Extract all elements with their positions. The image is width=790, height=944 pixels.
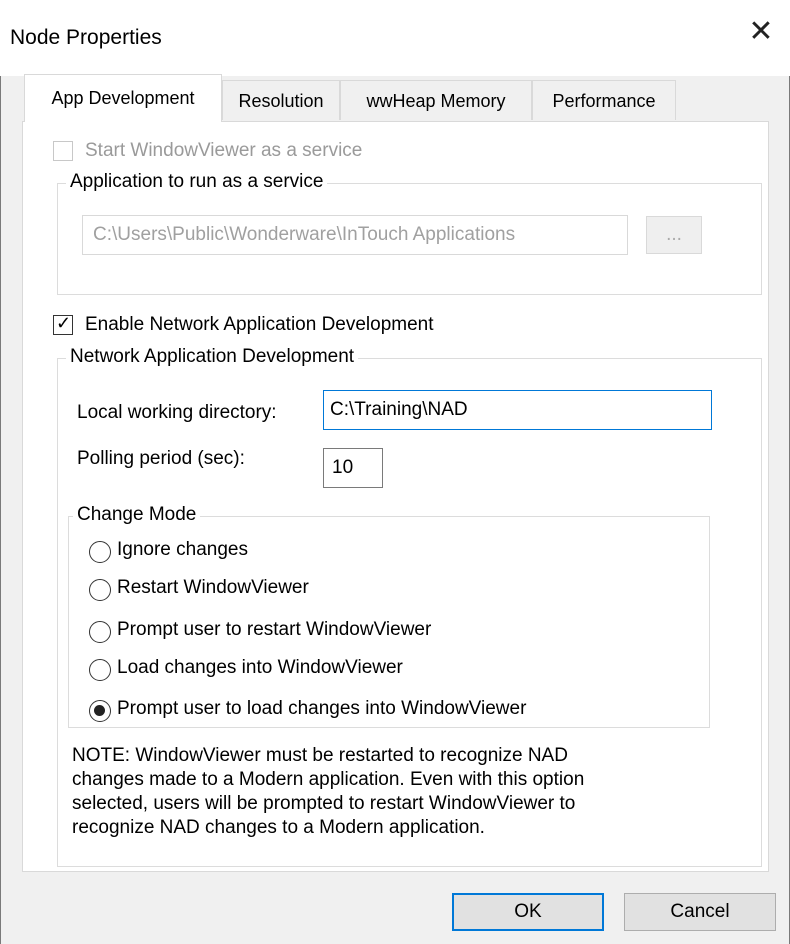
tab-resolution[interactable]: Resolution xyxy=(222,80,340,120)
nad-checkbox[interactable]: ✓ xyxy=(53,313,73,335)
service-group-label: Application to run as a service xyxy=(66,171,328,193)
browse-button[interactable]: ... xyxy=(646,216,702,254)
radio-prompt-load-changes[interactable] xyxy=(89,700,111,722)
tab-label: App Development xyxy=(51,88,195,108)
note-line: NOTE: WindowViewer must be restarted to … xyxy=(72,745,568,766)
checkmark-icon: ✓ xyxy=(56,313,72,333)
local-dir-input[interactable]: C:\Training\NAD xyxy=(323,390,712,430)
nad-checkbox-label: Enable Network Application Development xyxy=(85,314,434,335)
tab-performance[interactable]: Performance xyxy=(532,80,676,120)
service-path-input[interactable]: C:\Users\Public\Wonderware\InTouch Appli… xyxy=(82,215,628,255)
radio-selected-dot xyxy=(94,705,105,716)
note-line: recognize NAD changes to a Modern applic… xyxy=(72,817,485,838)
ok-button[interactable]: OK xyxy=(452,893,604,931)
local-dir-label: Local working directory: xyxy=(77,402,277,423)
service-checkbox-label: Start WindowViewer as a service xyxy=(85,140,363,161)
radio-label: Restart WindowViewer xyxy=(117,577,309,598)
note-line: selected, users will be prompted to rest… xyxy=(72,793,576,814)
service-group: Application to run as a service C:\Users… xyxy=(57,171,762,295)
note-line: changes made to a Modern application. Ev… xyxy=(72,769,585,790)
nad-group: Network Application Development Local wo… xyxy=(57,346,762,867)
radio-restart-windowviewer[interactable] xyxy=(89,579,111,601)
radio-load-changes[interactable] xyxy=(89,659,111,681)
service-checkbox[interactable] xyxy=(53,141,73,161)
nad-group-label: Network Application Development xyxy=(66,346,359,368)
tab-panel-app-development: Start WindowViewer as a service Applicat… xyxy=(22,121,769,872)
title-bar: Node Properties ✕ xyxy=(0,0,790,76)
window-border-left xyxy=(0,76,1,944)
nad-note: NOTE: WindowViewer must be restarted to … xyxy=(72,744,712,840)
cancel-button[interactable]: Cancel xyxy=(624,893,776,931)
radio-label: Ignore changes xyxy=(117,539,248,560)
tab-app-development[interactable]: App Development xyxy=(24,74,222,122)
radio-prompt-restart[interactable] xyxy=(89,621,111,643)
tab-label: Performance xyxy=(552,91,656,111)
radio-label: Prompt user to restart WindowViewer xyxy=(117,619,432,640)
tab-wwheap-memory[interactable]: wwHeap Memory xyxy=(340,80,532,120)
change-mode-label: Change Mode xyxy=(73,504,201,526)
tab-label: Resolution xyxy=(238,91,324,111)
tab-label: wwHeap Memory xyxy=(366,91,506,111)
polling-label: Polling period (sec): xyxy=(77,448,245,469)
radio-label: Prompt user to load changes into WindowV… xyxy=(117,698,527,719)
radio-label: Load changes into WindowViewer xyxy=(117,657,403,678)
close-icon[interactable]: ✕ xyxy=(746,14,776,50)
radio-ignore-changes[interactable] xyxy=(89,541,111,563)
window-title: Node Properties xyxy=(10,26,162,49)
change-mode-group: Change Mode Ignore changes Restart Windo… xyxy=(68,504,710,728)
polling-input[interactable]: 10 xyxy=(323,448,383,488)
